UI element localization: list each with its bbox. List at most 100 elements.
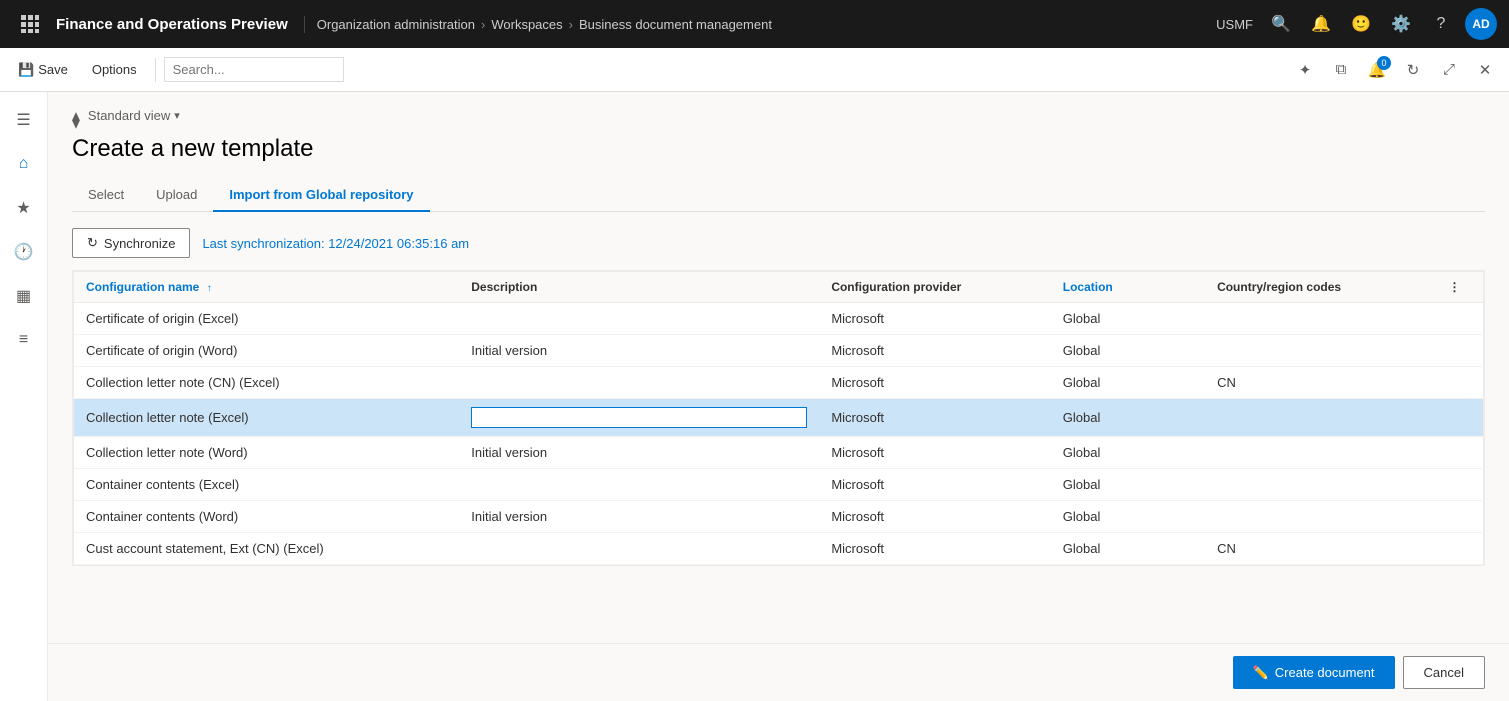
cell-config-name: Collection letter note (Excel)	[74, 399, 460, 437]
sidebar-recent[interactable]: 🕐	[4, 232, 44, 272]
sidebar-hamburger[interactable]: ☰	[4, 100, 44, 140]
cell-description: Initial version	[459, 437, 819, 469]
table-row[interactable]: Certificate of origin (Word)Initial vers…	[74, 335, 1484, 367]
col-header-name[interactable]: Configuration name ↑	[74, 272, 460, 303]
search-icon[interactable]: 🔍	[1265, 8, 1297, 40]
sync-icon: ↻	[87, 235, 98, 251]
toolbar-right: ✦ ⧉ 🔔 0 ↻ ⤢ ✕	[1289, 54, 1501, 86]
cancel-button[interactable]: Cancel	[1403, 656, 1485, 689]
cell-more	[1437, 399, 1484, 437]
cell-more	[1437, 437, 1484, 469]
tab-select[interactable]: Select	[72, 179, 140, 212]
col-header-provider: Configuration provider	[819, 272, 1050, 303]
breadcrumb-item-1[interactable]: Organization administration	[317, 17, 475, 32]
breadcrumb-sep-1: ›	[481, 17, 485, 32]
footer-bar: ✏️ Create document Cancel	[48, 643, 1509, 701]
smiley-icon[interactable]: 🙂	[1345, 8, 1377, 40]
content-area: ⧫ Standard view ▾ Create a new template …	[48, 92, 1509, 701]
table-row[interactable]: Collection letter note (Excel)MicrosoftG…	[74, 399, 1484, 437]
cell-country	[1205, 437, 1436, 469]
cell-description	[459, 367, 819, 399]
filter-icon[interactable]: ⧫	[72, 110, 80, 130]
save-label: Save	[38, 62, 68, 77]
cell-provider: Microsoft	[819, 367, 1050, 399]
personalize-icon[interactable]: ✦	[1289, 54, 1321, 86]
app-title: Finance and Operations Preview	[48, 16, 305, 33]
cell-config-name: Collection letter note (Word)	[74, 437, 460, 469]
cell-provider: Microsoft	[819, 501, 1050, 533]
bell-icon[interactable]: 🔔	[1305, 8, 1337, 40]
refresh-icon[interactable]: ↻	[1397, 54, 1429, 86]
table-body: Certificate of origin (Excel)MicrosoftGl…	[74, 303, 1484, 565]
cell-description: Initial version	[459, 335, 819, 367]
col-header-more[interactable]: ⋮	[1437, 272, 1484, 303]
create-document-button[interactable]: ✏️ Create document	[1233, 656, 1395, 689]
cell-more	[1437, 533, 1484, 565]
cell-description	[459, 469, 819, 501]
avatar[interactable]: AD	[1465, 8, 1497, 40]
synchronize-button[interactable]: ↻ Synchronize	[72, 228, 190, 258]
cell-location: Global	[1051, 533, 1205, 565]
content-inner: ⧫ Standard view ▾ Create a new template …	[48, 92, 1509, 582]
table-row[interactable]: Container contents (Word)Initial version…	[74, 501, 1484, 533]
table-row[interactable]: Container contents (Excel)MicrosoftGloba…	[74, 469, 1484, 501]
view-label: Standard view	[88, 108, 170, 123]
sidebar-favorites[interactable]: ★	[4, 188, 44, 228]
cell-more	[1437, 335, 1484, 367]
sync-label: Synchronize	[104, 236, 176, 251]
sync-bar: ↻ Synchronize Last synchronization: 12/2…	[72, 228, 1485, 258]
cell-country	[1205, 469, 1436, 501]
notification-count: 0	[1377, 56, 1391, 70]
breadcrumb-sep-2: ›	[569, 17, 573, 32]
create-label: Create document	[1275, 665, 1375, 680]
cell-location: Global	[1051, 399, 1205, 437]
cell-location: Global	[1051, 335, 1205, 367]
last-sync-text: Last synchronization: 12/24/2021 06:35:1…	[202, 236, 469, 251]
help-icon[interactable]: ?	[1425, 8, 1457, 40]
cell-location: Global	[1051, 469, 1205, 501]
sidebar-home[interactable]: ⌂	[4, 144, 44, 184]
sort-icon: ↑	[207, 283, 212, 294]
cell-country	[1205, 335, 1436, 367]
app-grid-icon[interactable]	[12, 6, 48, 42]
split-icon[interactable]: ⧉	[1325, 54, 1357, 86]
cell-description	[459, 533, 819, 565]
search-input[interactable]	[164, 57, 344, 82]
cell-country: CN	[1205, 533, 1436, 565]
description-input[interactable]	[471, 407, 807, 428]
tab-import[interactable]: Import from Global repository	[213, 179, 429, 212]
sidebar-modules[interactable]: ≡	[4, 320, 44, 360]
save-button[interactable]: 💾 Save	[8, 58, 78, 82]
table-row[interactable]: Certificate of origin (Excel)MicrosoftGl…	[74, 303, 1484, 335]
cell-description[interactable]	[459, 399, 819, 437]
table-row[interactable]: Collection letter note (Word)Initial ver…	[74, 437, 1484, 469]
col-header-location: Location	[1051, 272, 1205, 303]
cell-more	[1437, 367, 1484, 399]
tab-upload[interactable]: Upload	[140, 179, 213, 212]
settings-icon[interactable]: ⚙️	[1385, 8, 1417, 40]
chevron-down-icon: ▾	[174, 109, 180, 122]
main-layout: ☰ ⌂ ★ 🕐 ▦ ≡ ⧫ Standard view ▾ Create a n…	[0, 92, 1509, 701]
table-row[interactable]: Cust account statement, Ext (CN) (Excel)…	[74, 533, 1484, 565]
cell-country	[1205, 501, 1436, 533]
close-icon[interactable]: ✕	[1469, 54, 1501, 86]
view-selector[interactable]: Standard view ▾	[88, 108, 180, 123]
breadcrumb-item-2[interactable]: Workspaces	[491, 17, 562, 32]
table-header: Configuration name ↑ Description Configu…	[74, 272, 1484, 303]
cell-more	[1437, 501, 1484, 533]
region-label: USMF	[1216, 17, 1253, 32]
sidebar: ☰ ⌂ ★ 🕐 ▦ ≡	[0, 92, 48, 701]
cell-config-name: Cust account statement, Ext (CN) (Excel)	[74, 533, 460, 565]
cancel-label: Cancel	[1424, 665, 1464, 680]
options-button[interactable]: Options	[82, 58, 147, 81]
top-nav: Finance and Operations Preview Organizat…	[0, 0, 1509, 48]
col-header-country: Country/region codes	[1205, 272, 1436, 303]
config-table: Configuration name ↑ Description Configu…	[73, 271, 1484, 565]
sidebar-workspaces[interactable]: ▦	[4, 276, 44, 316]
table-row[interactable]: Collection letter note (CN) (Excel)Micro…	[74, 367, 1484, 399]
col-header-desc: Description	[459, 272, 819, 303]
breadcrumb-item-3[interactable]: Business document management	[579, 17, 772, 32]
open-new-icon[interactable]: ⤢	[1433, 54, 1465, 86]
cell-provider: Microsoft	[819, 303, 1050, 335]
cell-location: Global	[1051, 367, 1205, 399]
